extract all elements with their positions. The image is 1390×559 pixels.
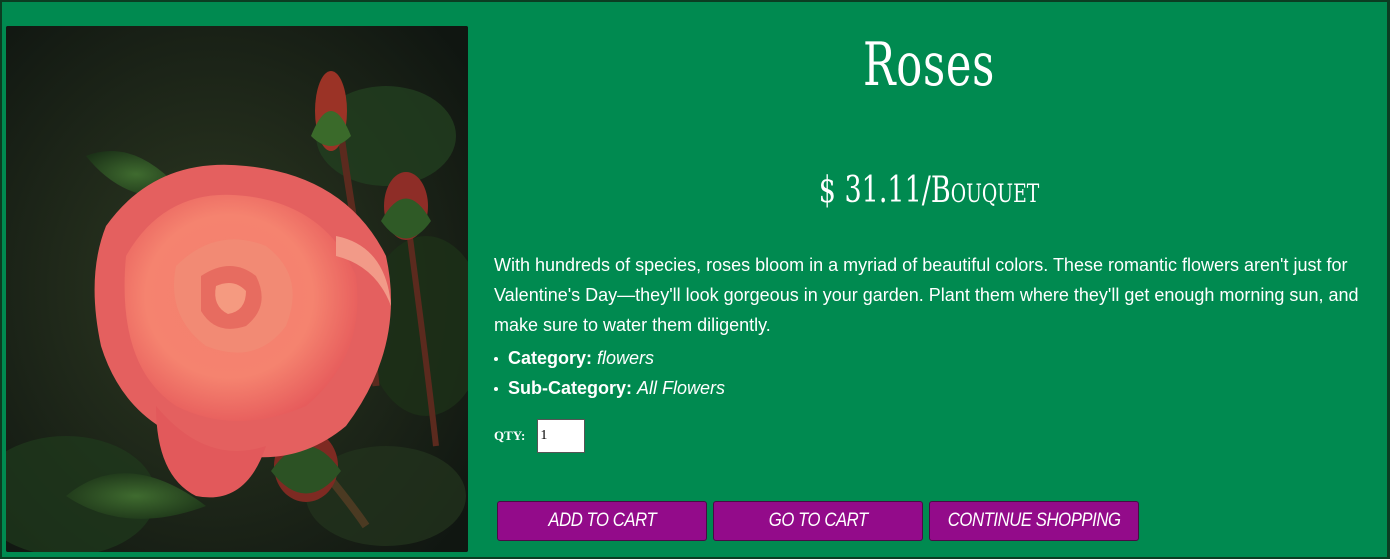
subcategory-label: Sub-Category: <box>508 378 633 398</box>
go-to-cart-button[interactable]: GO TO CART <box>713 501 923 541</box>
product-description: With hundreds of species, roses bloom in… <box>494 255 1359 335</box>
continue-shopping-label: CONTINUE SHOPPING <box>947 510 1121 531</box>
product-meta-list: Category: flowers Sub-Category: All Flow… <box>494 343 1364 403</box>
add-to-cart-label: ADD TO CART <box>548 510 656 531</box>
subcategory-item: Sub-Category: All Flowers <box>494 373 1364 403</box>
product-price: $ 31.11/Bouquet <box>818 170 1040 211</box>
action-buttons: ADD TO CART GO TO CART CONTINUE SHOPPING <box>497 501 1139 541</box>
go-to-cart-label: GO TO CART <box>768 510 868 531</box>
category-label: Category: <box>508 348 593 368</box>
rose-image <box>6 26 468 552</box>
quantity-row: QTY: <box>494 419 586 453</box>
quantity-input[interactable] <box>537 419 586 453</box>
category-item: Category: flowers <box>494 343 1364 373</box>
subcategory-value: All Flowers <box>637 378 726 398</box>
product-title: Roses <box>862 30 996 100</box>
add-to-cart-button[interactable]: ADD TO CART <box>497 501 707 541</box>
product-image <box>6 26 468 552</box>
product-details: Roses $ 31.11/Bouquet With hundreds of s… <box>494 0 1364 559</box>
continue-shopping-button[interactable]: CONTINUE SHOPPING <box>929 501 1139 541</box>
category-value: flowers <box>597 348 655 368</box>
quantity-label: QTY: <box>494 428 526 443</box>
